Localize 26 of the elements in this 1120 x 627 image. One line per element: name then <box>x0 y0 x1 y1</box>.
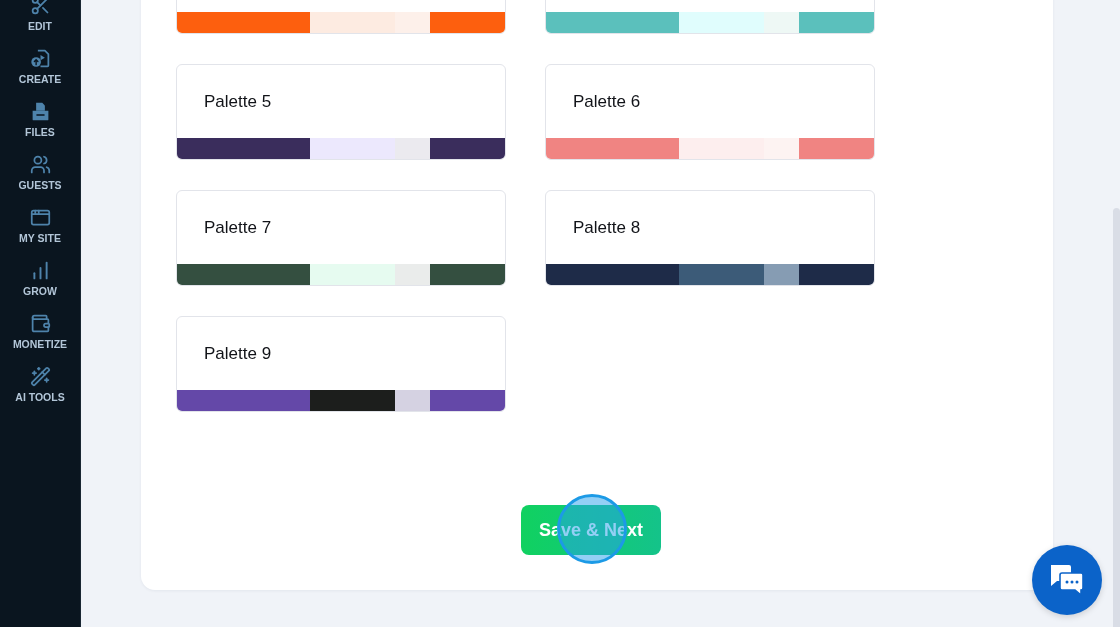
sidebar-item[interactable]: GROW <box>1 260 79 298</box>
sidebar-item[interactable]: AI TOOLS <box>1 366 79 404</box>
chat-button[interactable] <box>1032 545 1102 615</box>
palette-card[interactable]: Palette 8 <box>545 190 875 286</box>
browser-window-icon <box>29 207 51 228</box>
sidebar-item[interactable]: EDIT <box>1 0 79 33</box>
video-file-icon <box>29 48 51 69</box>
wallet-icon <box>29 313 51 334</box>
sidebar-item[interactable]: MY SITE <box>1 207 79 245</box>
sidebar-item[interactable]: MONETIZE <box>1 313 79 351</box>
palette-card[interactable]: Palette 6 <box>545 64 875 160</box>
palette-title: Palette 6 <box>573 91 641 112</box>
palette-card[interactable]: Palette 7 <box>176 190 506 286</box>
magic-wand-icon <box>29 366 51 387</box>
people-icon <box>29 154 51 175</box>
sidebar-item[interactable]: FILES <box>1 101 79 139</box>
chat-bubbles-icon <box>1048 563 1086 597</box>
sidebar-item[interactable]: GUESTS <box>1 154 79 192</box>
scissors-icon <box>29 0 51 16</box>
sidebar-item[interactable]: CREATE <box>1 48 79 86</box>
palette-title: Palette 8 <box>573 217 641 238</box>
palette-title: Palette 7 <box>204 217 272 238</box>
palette-title: Palette 9 <box>204 343 272 364</box>
palette-card[interactable]: Palette 9 <box>176 316 506 412</box>
palette-title: Palette 5 <box>204 91 272 112</box>
palette-card[interactable]: Palette 5 <box>176 64 506 160</box>
